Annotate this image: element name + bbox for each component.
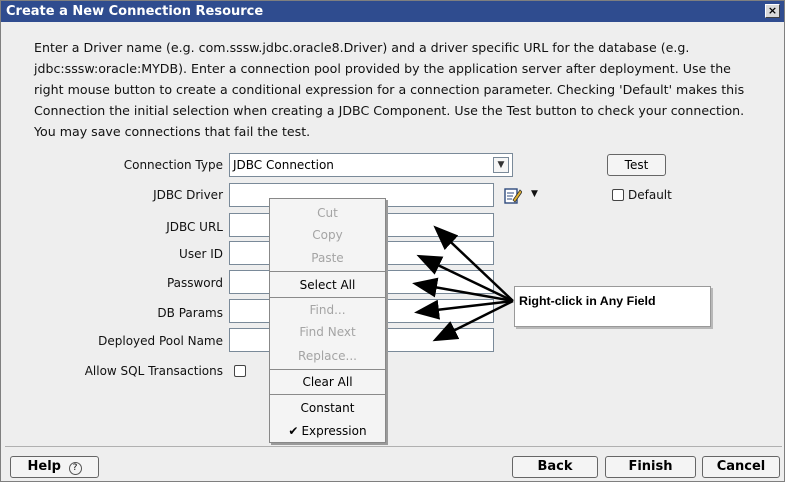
edit-pencil-icon[interactable] — [504, 187, 522, 205]
menu-item-expression[interactable]: ✔ Expression — [270, 419, 385, 443]
menu-item-replace[interactable]: Replace... — [270, 344, 385, 368]
menu-item-constant[interactable]: Constant — [270, 396, 385, 420]
deployed-pool-label: Deployed Pool Name — [98, 334, 223, 348]
allow-sql-checkbox[interactable] — [234, 365, 246, 377]
allow-sql-label: Allow SQL Transactions — [84, 364, 223, 378]
menu-item-paste[interactable]: Paste — [270, 246, 385, 270]
menu-item-find[interactable]: Find... — [270, 298, 385, 322]
menu-item-clear-all[interactable]: Clear All — [270, 370, 385, 394]
window-title: Create a New Connection Resource — [6, 4, 264, 19]
finish-button[interactable]: Finish — [605, 456, 696, 478]
close-icon[interactable]: × — [765, 4, 780, 18]
help-button-label: Help — [27, 459, 61, 474]
back-button[interactable]: Back — [512, 456, 598, 478]
menu-item-select-all[interactable]: Select All — [270, 273, 385, 297]
connection-type-select[interactable]: JDBC Connection ▼ — [229, 153, 513, 177]
context-menu: Cut Copy Paste Select All Find... Find N… — [269, 198, 386, 443]
edit-menu-chevron-icon[interactable]: ▼ — [531, 189, 538, 199]
default-label: Default — [628, 188, 672, 202]
checkmark-icon: ✔ — [288, 424, 299, 438]
connection-dialog: Create a New Connection Resource × Enter… — [0, 0, 785, 482]
password-label: Password — [166, 276, 223, 290]
db-params-label: DB Params — [157, 306, 223, 320]
menu-item-expression-label: Expression — [301, 424, 367, 438]
help-button[interactable]: Help ? — [10, 456, 99, 478]
title-bar: Create a New Connection Resource × — [1, 1, 784, 22]
test-button[interactable]: Test — [607, 154, 666, 176]
dropdown-chevron-icon[interactable]: ▼ — [493, 157, 509, 173]
menu-item-copy[interactable]: Copy — [270, 223, 385, 247]
footer-separator — [5, 446, 782, 447]
jdbc-driver-label: JDBC Driver — [153, 188, 223, 202]
user-id-label: User ID — [179, 247, 223, 261]
menu-item-cut[interactable]: Cut — [270, 201, 385, 225]
connection-type-label: Connection Type — [123, 158, 223, 172]
menu-separator — [270, 271, 385, 272]
jdbc-url-label: JDBC URL — [166, 220, 223, 234]
menu-item-find-next[interactable]: Find Next — [270, 320, 385, 344]
callout-box: Right-click in Any Field — [514, 286, 711, 327]
description-text: Enter a Driver name (e.g. com.sssw.jdbc.… — [34, 40, 745, 139]
menu-separator — [270, 394, 385, 395]
connection-type-value: JDBC Connection — [233, 158, 334, 172]
help-icon: ? — [68, 462, 82, 475]
default-checkbox[interactable] — [612, 189, 624, 201]
cancel-button[interactable]: Cancel — [702, 456, 780, 478]
